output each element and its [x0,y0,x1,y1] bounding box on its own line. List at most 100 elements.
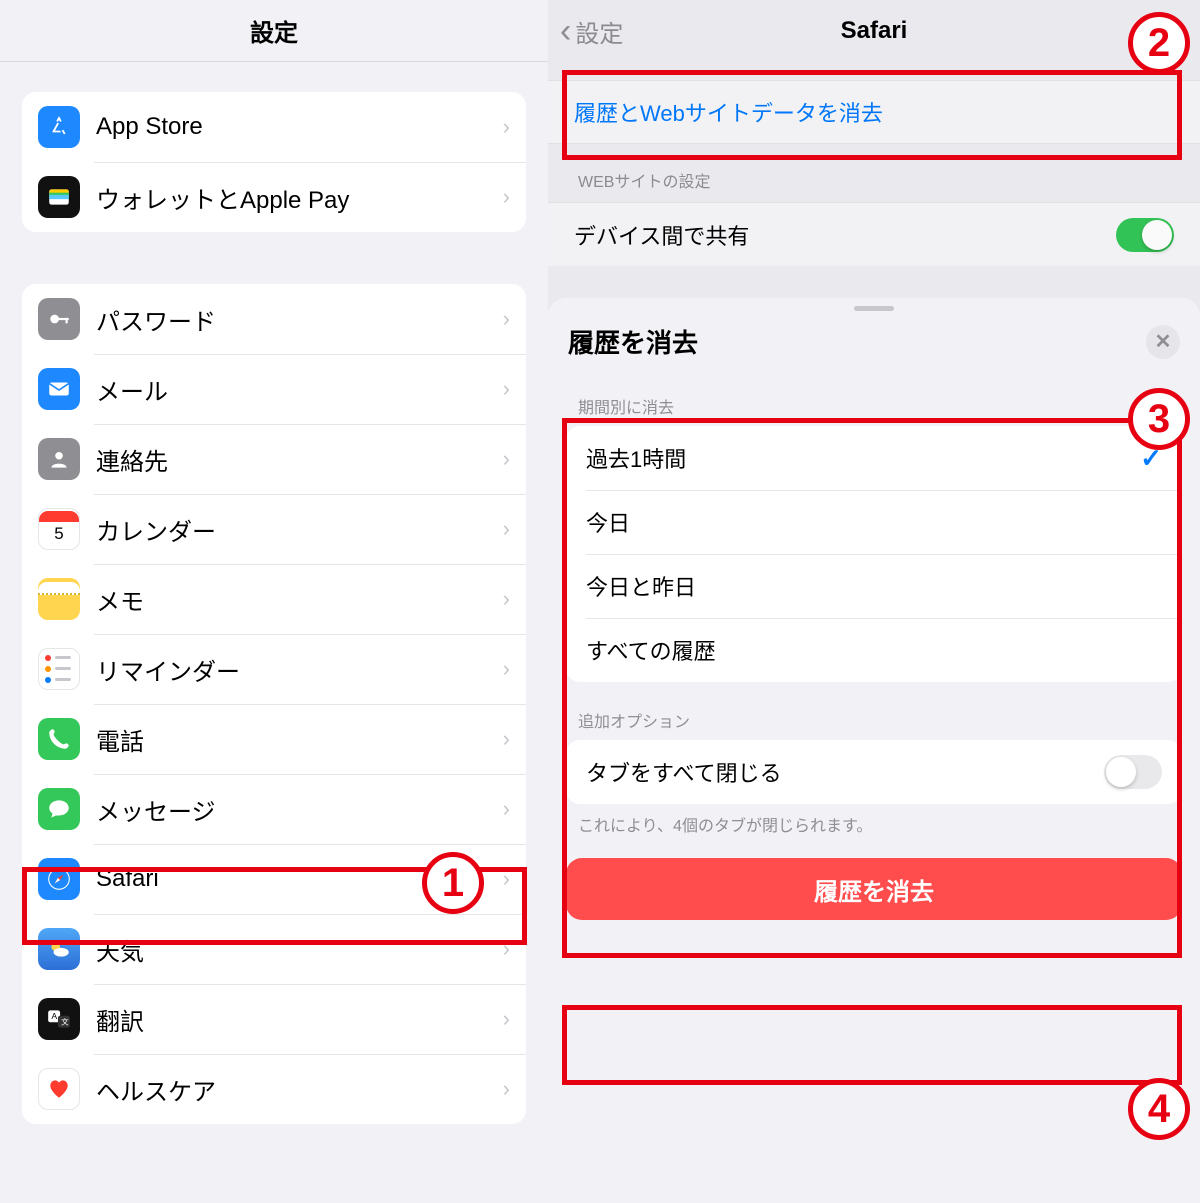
translate-icon: A文 [38,998,80,1040]
settings-item-health[interactable]: ヘルスケア › [22,1054,526,1124]
reminders-icon [38,648,80,690]
settings-item-safari[interactable]: Safari › [22,844,526,914]
sheet-header: 履歴を消去 ✕ [548,311,1200,368]
settings-item-label: 翻訳 [96,1002,503,1037]
safari-header: ‹ 設定 Safari [548,0,1200,62]
calendar-icon: 5 [38,508,80,550]
settings-group-1: App Store › ウォレットとApple Pay › [22,92,526,232]
share-across-devices-toggle[interactable] [1116,218,1174,252]
settings-item-label: App Store [96,113,503,141]
chevron-right-icon: › [503,516,510,542]
settings-item-appstore[interactable]: App Store › [22,92,526,162]
settings-item-password[interactable]: パスワード › [22,284,526,354]
settings-item-label: リマインダー [96,652,503,687]
clear-history-label: 履歴とWebサイトデータを消去 [574,96,883,128]
chevron-right-icon: › [503,656,510,682]
close-icon: ✕ [1155,329,1172,354]
settings-item-contacts[interactable]: 連絡先 › [22,424,526,494]
safari-title: Safari [841,17,908,45]
period-option-today[interactable]: 今日 [566,490,1182,554]
settings-group-2: パスワード › メール › 連絡先 › 5 カレンダー › [22,284,526,1124]
settings-item-messages[interactable]: メッセージ › [22,774,526,844]
chevron-right-icon: › [503,1006,510,1032]
options-list: タブをすべて閉じる [566,740,1182,804]
weather-icon [38,928,80,970]
chevron-right-icon: › [503,446,510,472]
safari-clear-group: 履歴とWebサイトデータを消去 [548,80,1200,144]
settings-item-label: 天気 [96,932,503,967]
chevron-right-icon: › [503,796,510,822]
settings-item-label: ヘルスケア [96,1072,503,1107]
svg-text:文: 文 [61,1016,69,1026]
settings-item-label: メッセージ [96,792,503,827]
mail-icon [38,368,80,410]
settings-item-weather[interactable]: 天気 › [22,914,526,984]
safari-settings-panel: ‹ 設定 Safari 履歴とWebサイトデータを消去 WEBサイトの設定 デバ… [548,0,1200,1203]
period-list: 過去1時間 ✓ 今日 今日と昨日 すべての履歴 [566,426,1182,682]
settings-item-label: 連絡先 [96,442,503,477]
settings-item-label: 電話 [96,722,503,757]
health-icon [38,1068,80,1110]
close-all-tabs-row[interactable]: タブをすべて閉じる [566,740,1182,804]
settings-item-phone[interactable]: 電話 › [22,704,526,774]
sheet-title: 履歴を消去 [568,323,698,360]
settings-header: 設定 [0,0,548,62]
svg-text:A: A [51,1011,57,1021]
settings-item-label: カレンダー [96,512,503,547]
share-across-devices-label: デバイス間で共有 [574,219,749,251]
close-button[interactable]: ✕ [1146,325,1180,359]
contacts-icon [38,438,80,480]
notes-icon [38,578,80,620]
chevron-left-icon: ‹ [560,14,571,48]
chevron-right-icon: › [503,586,510,612]
confirm-clear-button[interactable]: 履歴を消去 [566,858,1182,920]
back-button[interactable]: ‹ 設定 [560,0,623,62]
settings-panel: 設定 App Store › ウォレットとApple Pay › パスワード › [0,0,548,1203]
period-option-label: 今日 [586,506,630,538]
period-header: 期間別に消去 [548,368,1200,426]
period-option-label: 今日と昨日 [586,570,696,602]
settings-item-label: ウォレットとApple Pay [96,180,503,215]
checkmark-icon: ✓ [1140,443,1162,474]
safari-icon [38,858,80,900]
wallet-icon [38,176,80,218]
back-label: 設定 [575,14,623,49]
chevron-right-icon: › [503,1076,510,1102]
clear-history-link[interactable]: 履歴とWebサイトデータを消去 [548,80,1200,144]
settings-item-notes[interactable]: メモ › [22,564,526,634]
chevron-right-icon: › [503,376,510,402]
period-option-label: 過去1時間 [586,442,686,474]
clear-history-sheet: 履歴を消去 ✕ 期間別に消去 過去1時間 ✓ 今日 今日と昨日 すべての履歴 追… [548,298,1200,1203]
period-option-label: すべての履歴 [586,634,716,666]
phone-icon [38,718,80,760]
chevron-right-icon: › [503,866,510,892]
close-all-tabs-toggle[interactable] [1104,755,1162,789]
settings-item-label: パスワード [96,302,503,337]
settings-item-translate[interactable]: A文 翻訳 › [22,984,526,1054]
website-settings-header: WEBサイトの設定 [548,168,1200,202]
appstore-icon [38,106,80,148]
settings-item-label: Safari [96,865,503,893]
confirm-clear-label: 履歴を消去 [814,872,934,907]
close-all-tabs-footer: これにより、4個のタブが閉じられます。 [548,804,1200,836]
chevron-right-icon: › [503,114,510,140]
settings-item-reminders[interactable]: リマインダー › [22,634,526,704]
settings-item-mail[interactable]: メール › [22,354,526,424]
messages-icon [38,788,80,830]
website-settings-group: WEBサイトの設定 デバイス間で共有 [548,168,1200,266]
period-option-all[interactable]: すべての履歴 [566,618,1182,682]
share-across-devices-row[interactable]: デバイス間で共有 [548,202,1200,266]
settings-item-wallet[interactable]: ウォレットとApple Pay › [22,162,526,232]
settings-item-calendar[interactable]: 5 カレンダー › [22,494,526,564]
chevron-right-icon: › [503,936,510,962]
options-header: 追加オプション [548,682,1200,740]
chevron-right-icon: › [503,184,510,210]
settings-item-label: メール [96,372,503,407]
period-option-last-hour[interactable]: 過去1時間 ✓ [566,426,1182,490]
chevron-right-icon: › [503,306,510,332]
settings-item-label: メモ [96,582,503,617]
close-all-tabs-label: タブをすべて閉じる [586,756,782,788]
settings-title: 設定 [250,13,298,48]
key-icon [38,298,80,340]
period-option-today-yesterday[interactable]: 今日と昨日 [566,554,1182,618]
